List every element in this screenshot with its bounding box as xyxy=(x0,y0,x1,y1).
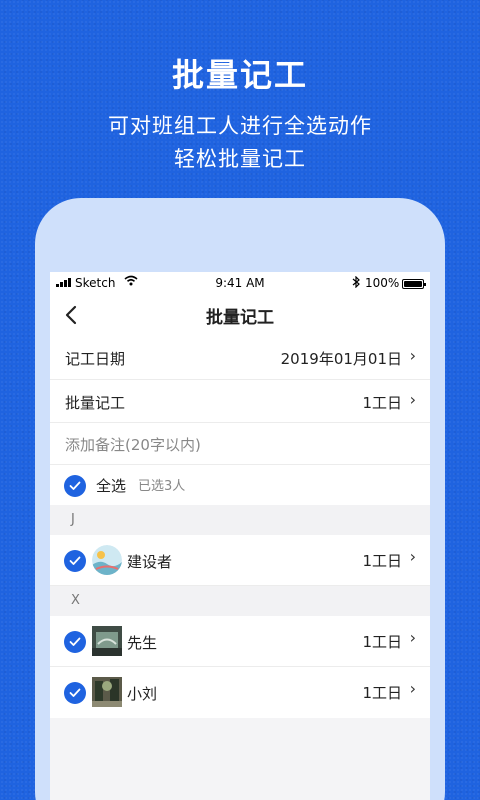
chevron-right-icon: › xyxy=(409,390,416,409)
app-screen: Sketch 9:41 AM 100% 批量记工 记工日期 2019年01月01… xyxy=(50,272,430,800)
worker-row[interactable]: 建设者 1工日 › xyxy=(50,535,430,586)
worker-checkbox[interactable] xyxy=(64,631,86,653)
page-title: 批量记工 xyxy=(206,308,274,328)
battery-icon xyxy=(402,279,426,289)
worker-days: 1工日 xyxy=(362,552,402,570)
promo-subtitle-line1: 可对班组工人进行全选动作 xyxy=(108,114,372,138)
check-icon xyxy=(69,556,81,565)
section-header-j: J xyxy=(50,505,430,535)
avatar xyxy=(92,626,122,656)
nav-bar: 批量记工 xyxy=(50,294,430,336)
date-row[interactable]: 记工日期 2019年01月01日 › xyxy=(50,336,430,380)
chevron-right-icon: › xyxy=(409,346,416,365)
worker-name: 先生 xyxy=(127,634,158,652)
note-placeholder: 添加备注(20字以内) xyxy=(65,436,201,454)
worker-row[interactable]: 先生 1工日 › xyxy=(50,616,430,667)
date-value: 2019年01月01日 xyxy=(280,350,402,368)
avatar xyxy=(92,545,122,575)
worker-days: 1工日 xyxy=(362,684,402,702)
avatar xyxy=(92,677,122,707)
selected-count: 已选3人 xyxy=(138,479,186,494)
promo-title: 批量记工 xyxy=(171,56,308,94)
batch-label: 批量记工 xyxy=(65,394,126,412)
batch-row[interactable]: 批量记工 1工日 › xyxy=(50,380,430,423)
worker-row[interactable]: 小刘 1工日 › xyxy=(50,667,430,718)
worker-name: 建设者 xyxy=(127,553,173,571)
section-header-x: X xyxy=(50,586,430,616)
battery-percent: 100% xyxy=(365,276,400,290)
status-bar: Sketch 9:41 AM 100% xyxy=(50,272,430,294)
select-all-checkbox[interactable] xyxy=(64,475,86,497)
section-letter: J xyxy=(71,512,75,527)
chevron-right-icon: › xyxy=(409,547,416,566)
section-letter: X xyxy=(71,593,80,608)
bluetooth-icon xyxy=(352,275,360,291)
chevron-right-icon: › xyxy=(409,628,416,647)
check-icon xyxy=(69,637,81,646)
worker-checkbox[interactable] xyxy=(64,682,86,704)
chevron-right-icon: › xyxy=(409,679,416,698)
select-all-row[interactable]: 全选 已选3人 xyxy=(50,465,430,505)
check-icon xyxy=(69,688,81,697)
select-all-label: 全选 xyxy=(96,477,127,495)
worker-name: 小刘 xyxy=(127,685,158,703)
worker-days: 1工日 xyxy=(362,633,402,651)
check-icon xyxy=(69,481,81,490)
date-label: 记工日期 xyxy=(65,350,126,368)
batch-value: 1工日 xyxy=(362,394,402,412)
promo-subtitle-line2: 轻松批量记工 xyxy=(174,147,306,171)
worker-checkbox[interactable] xyxy=(64,550,86,572)
note-input[interactable]: 添加备注(20字以内) xyxy=(50,423,430,465)
